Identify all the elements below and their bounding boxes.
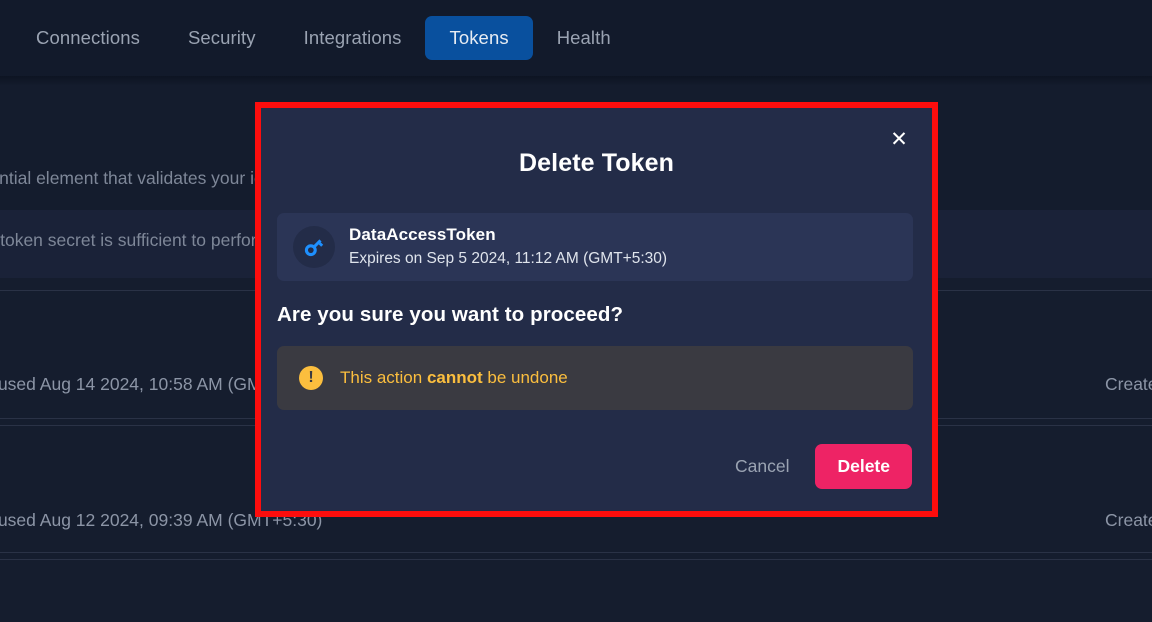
exclamation-icon: !: [299, 366, 323, 390]
tab-health[interactable]: Health: [533, 16, 635, 59]
screen: Connections Security Integrations Tokens…: [0, 0, 1152, 622]
tab-bar: Connections Security Integrations Tokens…: [0, 0, 1152, 76]
tab-integrations[interactable]: Integrations: [280, 16, 426, 59]
row-created-by: Created by: [1105, 510, 1152, 530]
token-name: DataAccessToken: [349, 225, 496, 245]
delete-token-modal: ✕ Delete Token DataAccessToken Expires o…: [261, 108, 932, 511]
modal-title: Delete Token: [519, 149, 674, 177]
row-created-by: Created by: [1105, 374, 1152, 394]
confirmation-question: Are you sure you want to proceed?: [277, 303, 624, 326]
token-expiry: Expires on Sep 5 2024, 11:12 AM (GMT+5:3…: [349, 250, 668, 268]
tab-security[interactable]: Security: [164, 16, 280, 59]
warning-banner: ! This action cannot be undone: [277, 346, 913, 410]
tab-tokens[interactable]: Tokens: [425, 16, 533, 60]
row-last-used: Last used Aug 12 2024, 09:39 AM (GMT+5:3…: [0, 510, 323, 530]
divider: [0, 552, 1152, 553]
warning-text: This action cannot be undone: [340, 368, 568, 388]
tab-bar-shadow: [0, 76, 1152, 85]
divider: [0, 559, 1152, 560]
cancel-button[interactable]: Cancel: [719, 445, 805, 488]
warning-emphasis: cannot: [426, 368, 483, 387]
delete-button[interactable]: Delete: [815, 444, 912, 489]
warning-prefix: This action: [340, 368, 427, 387]
modal-actions: Cancel Delete: [719, 444, 912, 489]
tab-connections[interactable]: Connections: [12, 16, 164, 59]
key-icon: [293, 226, 335, 268]
token-summary-card: DataAccessToken Expires on Sep 5 2024, 1…: [277, 213, 913, 281]
token-details: DataAccessToken Expires on Sep 5 2024, 1…: [349, 224, 667, 270]
warning-suffix: be undone: [482, 368, 568, 387]
